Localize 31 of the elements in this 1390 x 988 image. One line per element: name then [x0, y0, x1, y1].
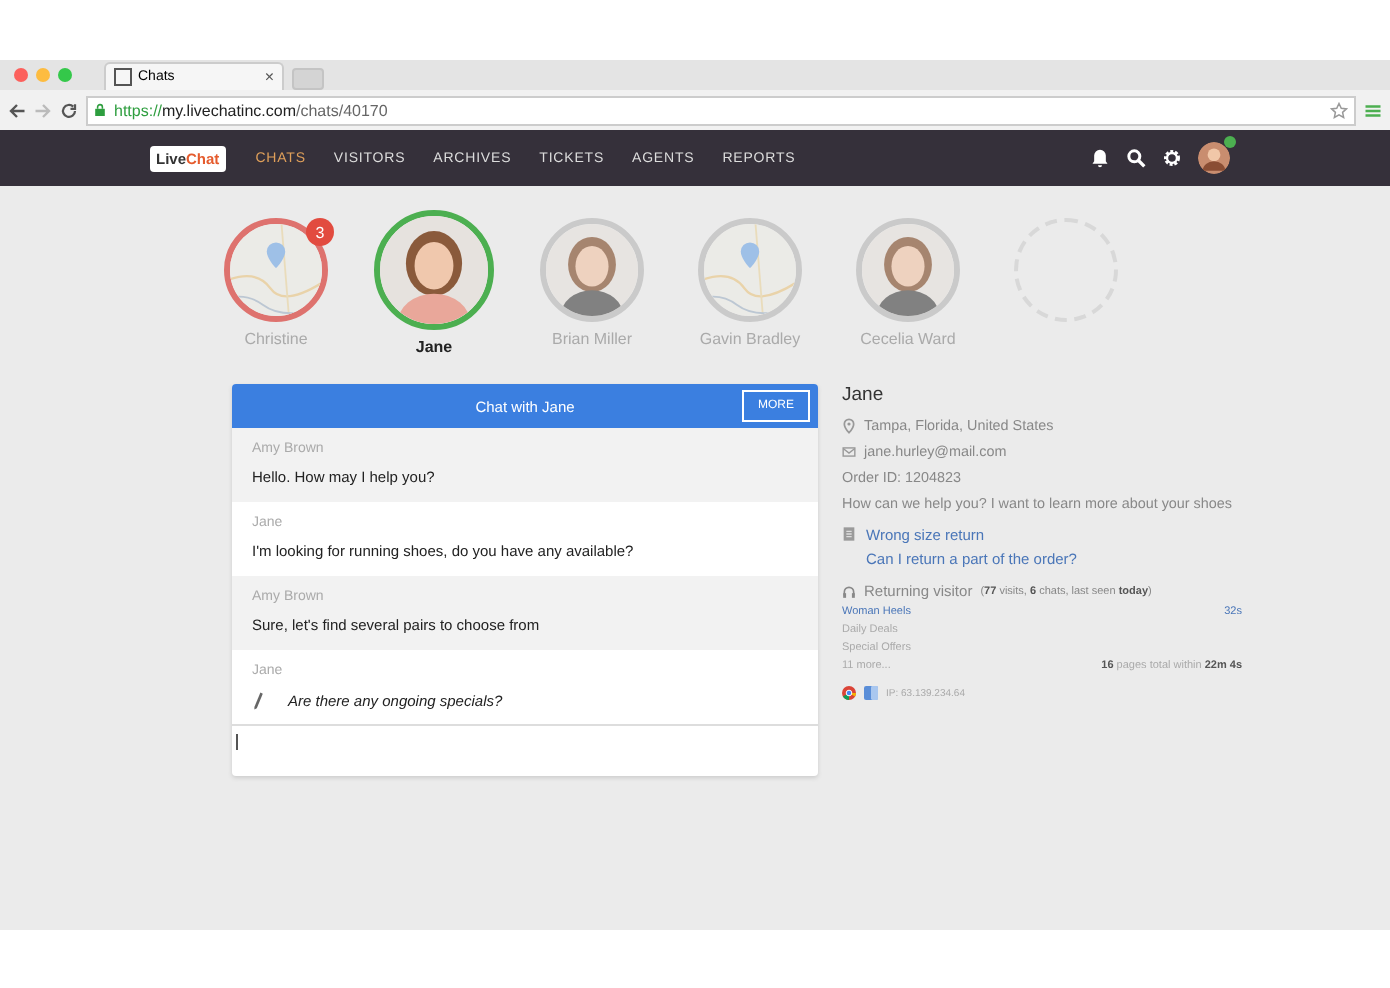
bookmark-star-icon[interactable]: [1330, 101, 1348, 119]
reload-icon[interactable]: [60, 101, 78, 119]
maximize-window-icon[interactable]: [58, 68, 72, 82]
forward-icon[interactable]: [34, 101, 52, 119]
visitor-avatar[interactable]: [540, 218, 644, 322]
close-window-icon[interactable]: [14, 68, 28, 82]
bell-icon[interactable]: [1090, 148, 1110, 168]
unread-badge: 3: [306, 218, 334, 246]
favicon-icon: [114, 68, 132, 86]
visitor-name: Gavin Bradley: [699, 330, 801, 348]
menu-icon[interactable]: [1364, 101, 1382, 119]
visitor-name: Christine: [244, 330, 308, 348]
visitor-avatar[interactable]: [224, 218, 328, 322]
address-field[interactable]: https://my.livechatinc.com/chats/40170: [86, 95, 1356, 125]
headset-icon: [842, 583, 856, 599]
user-avatar[interactable]: [1198, 142, 1230, 174]
location-pin-icon: [842, 417, 856, 433]
visitor-name: Brian Miller: [551, 330, 632, 348]
lock-icon: [94, 102, 106, 118]
settings-icon[interactable]: [1162, 148, 1182, 168]
close-tab-button[interactable]: ×: [264, 68, 274, 86]
search-icon[interactable]: [1126, 148, 1146, 168]
visitor-avatar[interactable]: [856, 218, 960, 322]
envelope-icon: [842, 443, 856, 459]
visitor-name: Jane: [842, 384, 886, 406]
pencil-icon: [252, 690, 264, 712]
back-icon[interactable]: [8, 101, 26, 119]
chrome-icon: [842, 686, 856, 700]
visitor-name: Jane: [415, 338, 453, 356]
visitor-name: Cecelia Ward: [860, 330, 956, 348]
visitor-avatar[interactable]: [374, 210, 494, 330]
